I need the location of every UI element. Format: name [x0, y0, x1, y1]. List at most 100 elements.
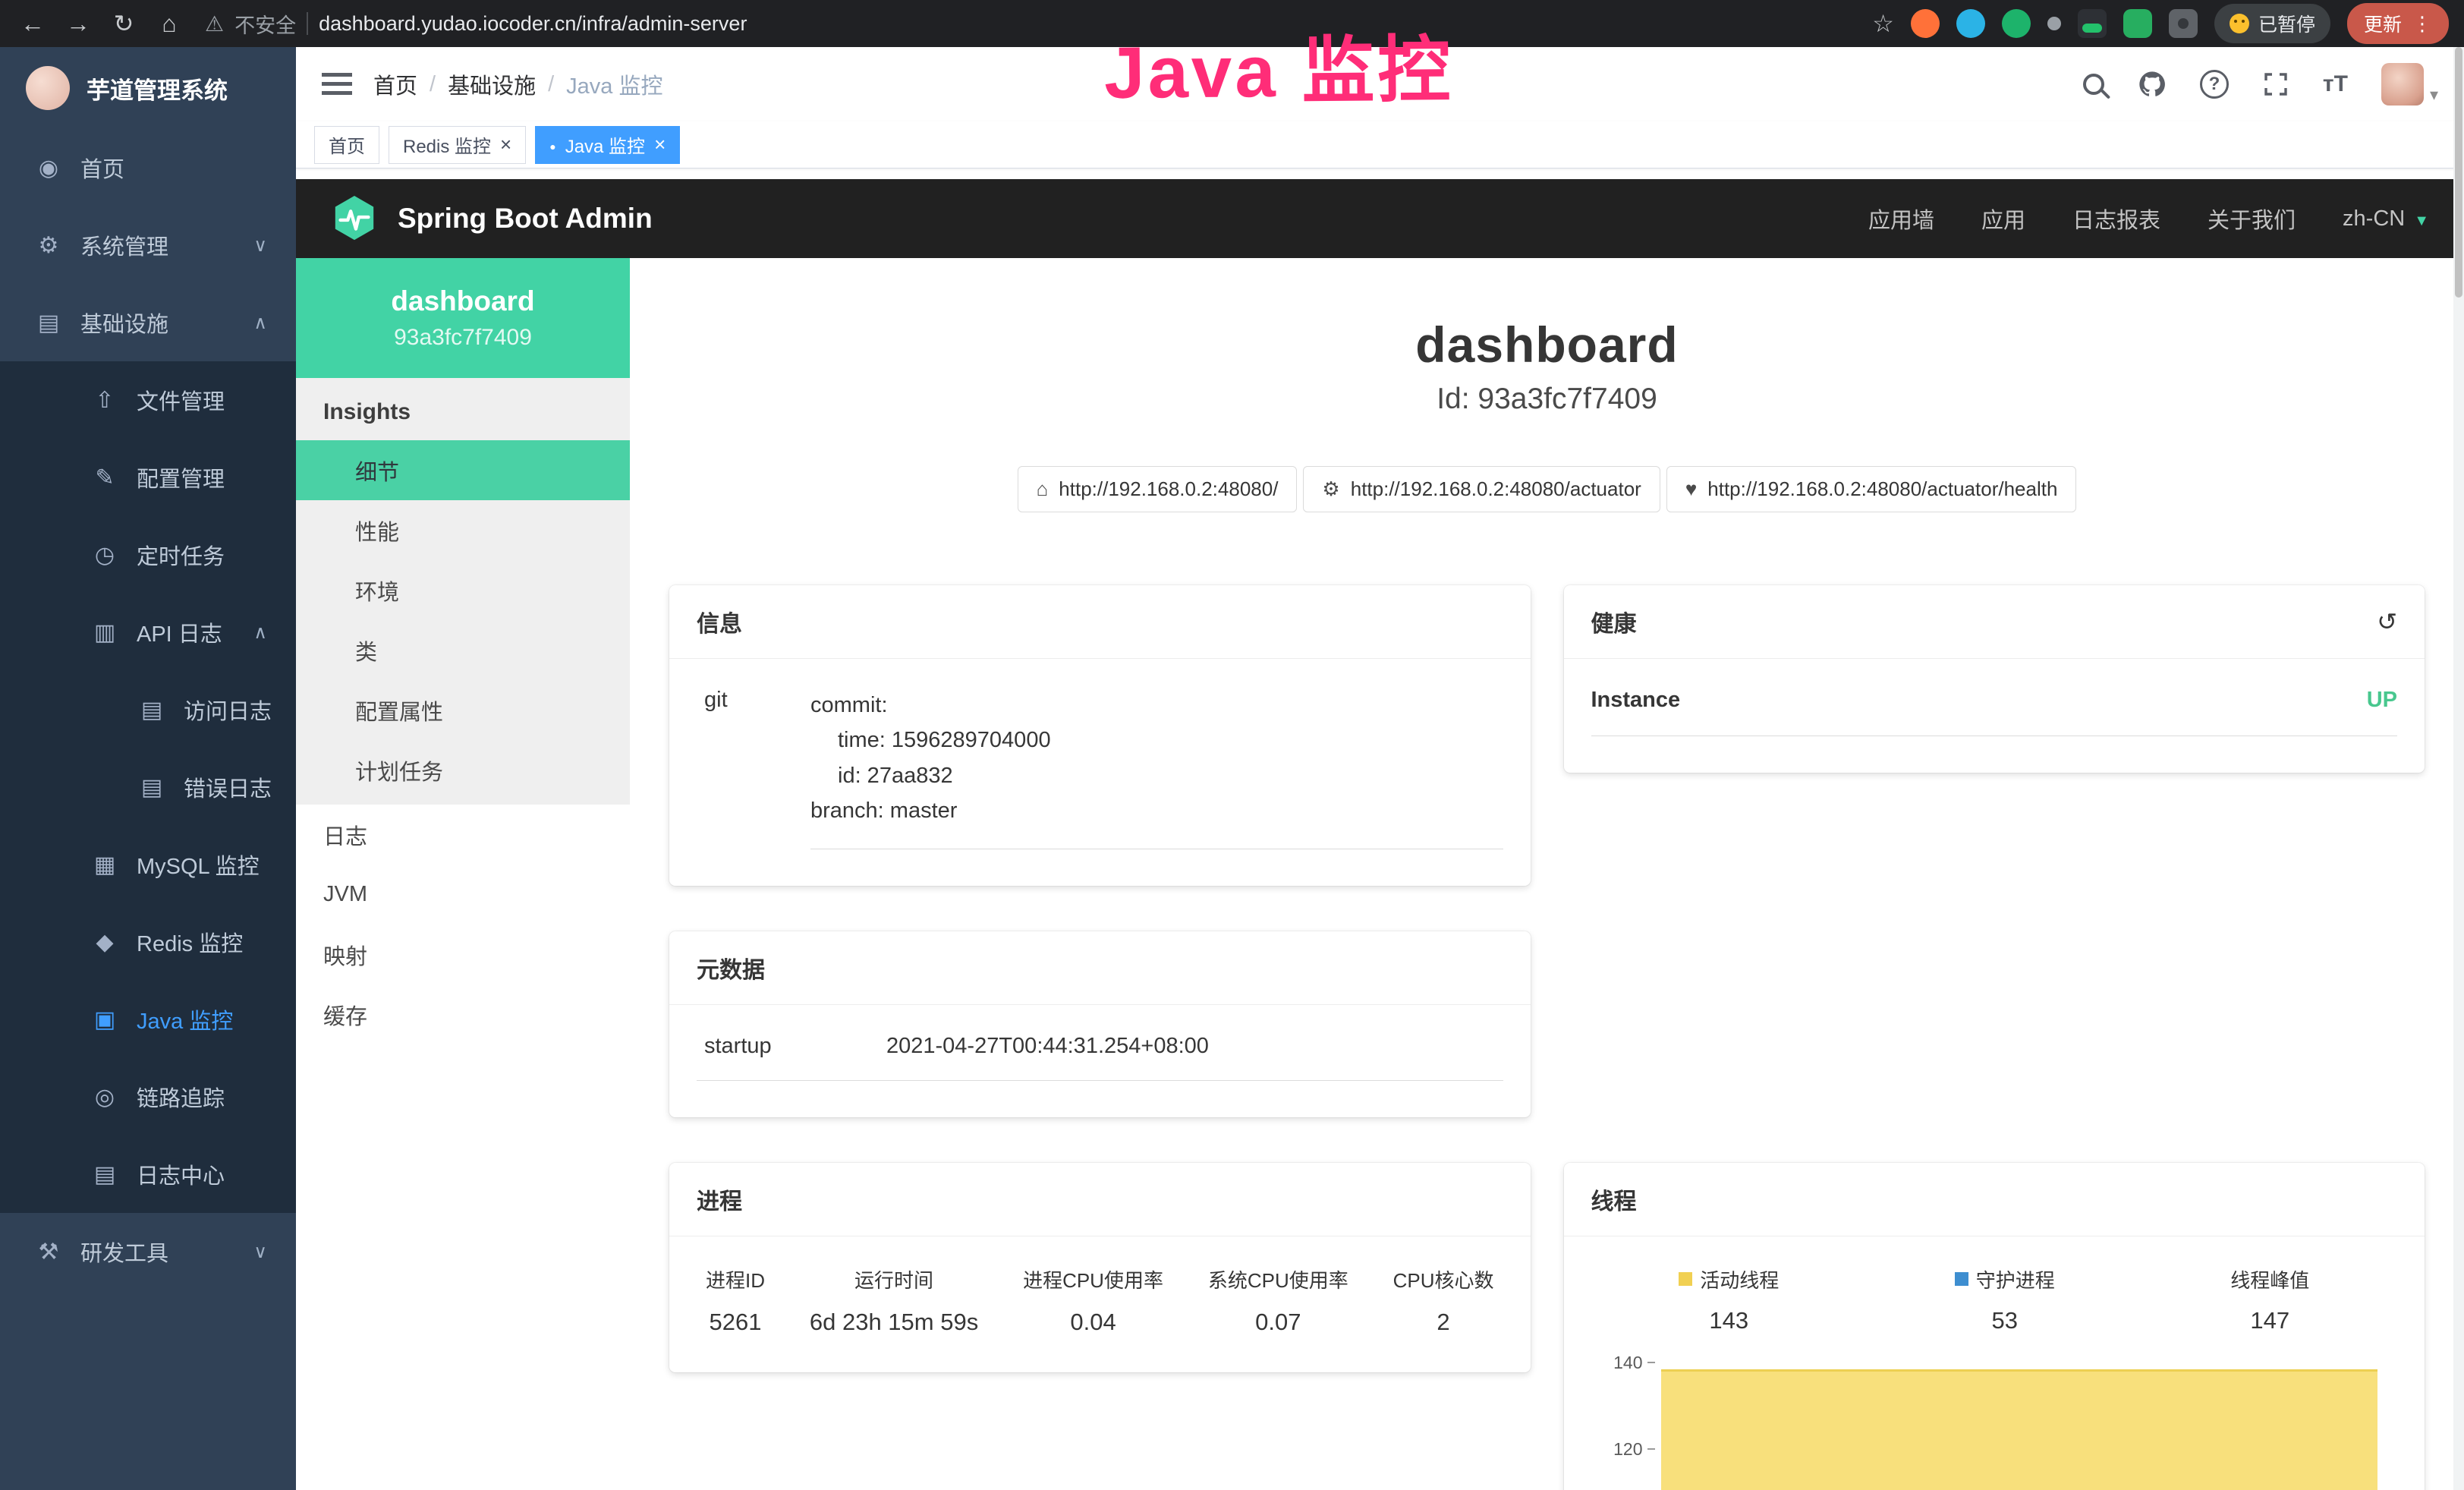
actuator-url-link[interactable]: http://192.168.0.2:48080/actuator — [1303, 466, 1660, 512]
forward-icon[interactable]: → — [61, 6, 96, 41]
history-icon[interactable] — [2377, 607, 2397, 636]
spring-boot-admin: Spring Boot Admin 应用墙 应用 日志报表 关于我们 zh-CN — [296, 179, 2464, 1490]
sidebar-item-file-management[interactable]: ⇧ 文件管理 — [0, 361, 296, 439]
sidebar-item-label: 日志中心 — [137, 1158, 225, 1190]
stat-value: 2 — [1393, 1309, 1494, 1336]
sidebar-item-scheduled-tasks[interactable]: ◷ 定时任务 — [0, 516, 296, 594]
sidebar-item-mysql-monitor[interactable]: ▦ MySQL 监控 — [0, 826, 296, 903]
address-bar[interactable]: 不安全 dashboard.yudao.iocoder.cn/infra/adm… — [205, 9, 1861, 39]
health-row[interactable]: Instance UP — [1591, 688, 2398, 736]
sidebar-item-redis-monitor[interactable]: ◆ Redis 监控 — [0, 903, 296, 981]
stat-value: 0.07 — [1208, 1309, 1348, 1336]
service-url-link[interactable]: http://192.168.0.2:48080/ — [1018, 466, 1298, 512]
extension-icon[interactable] — [1911, 9, 1940, 38]
legend-swatch-yellow — [1679, 1272, 1692, 1286]
sba-item-mappings[interactable]: 映射 — [296, 925, 630, 984]
breadcrumb-infrastructure[interactable]: 基础设施 — [448, 68, 536, 100]
update-button[interactable]: 更新 — [2347, 3, 2449, 44]
hamburger-icon[interactable] — [322, 73, 352, 96]
monitor-icon: ▣ — [87, 1006, 123, 1033]
edit-icon: ✎ — [87, 465, 123, 491]
sba-item-label: 类 — [355, 635, 377, 666]
sba-sidebar: dashboard 93a3fc7f7409 Insights 细节 性能 环境… — [296, 258, 630, 1490]
stat-system-cpu: 系统CPU使用率 0.07 — [1208, 1265, 1348, 1336]
stat-cpu-cores: CPU核心数 2 — [1393, 1265, 1494, 1336]
scrollbar[interactable] — [2453, 47, 2464, 1490]
sba-nav-about[interactable]: 关于我们 — [2208, 203, 2296, 235]
sba-item-jvm[interactable]: JVM — [296, 865, 630, 925]
sba-item-label: 细节 — [355, 455, 399, 487]
process-stats: 进程ID 5261 运行时间 6d 23h 15m 59s — [697, 1265, 1503, 1336]
extension-icon[interactable] — [2002, 9, 2031, 38]
sba-item-logs[interactable]: 日志 — [296, 805, 630, 865]
sidebar-item-java-monitor[interactable]: ▣ Java 监控 — [0, 981, 296, 1058]
extension-icon[interactable] — [2047, 17, 2061, 30]
sba-item-config-props[interactable]: 配置属性 — [296, 680, 630, 740]
instance-header[interactable]: dashboard 93a3fc7f7409 — [296, 258, 630, 378]
sba-item-metrics[interactable]: 性能 — [296, 500, 630, 560]
avatar[interactable] — [2381, 63, 2424, 106]
insights-group-label: Insights — [296, 378, 630, 440]
heartbeat-icon — [1685, 477, 1697, 501]
sba-item-classes[interactable]: 类 — [296, 620, 630, 680]
sidebar-item-config-management[interactable]: ✎ 配置管理 — [0, 439, 296, 516]
sidebar-item-log-center[interactable]: ▤ 日志中心 — [0, 1136, 296, 1213]
sba-item-environment[interactable]: 环境 — [296, 560, 630, 620]
github-icon[interactable] — [2138, 70, 2167, 99]
sba-nav-wallboard[interactable]: 应用墙 — [1868, 203, 1934, 235]
sidebar-item-api-logs[interactable]: ▥ API 日志 ∧ — [0, 594, 296, 671]
tab-home[interactable]: 首页 — [314, 126, 379, 164]
sidebar-item-dev-tools[interactable]: ⚒ 研发工具 ∨ — [0, 1213, 296, 1290]
breadcrumb-home[interactable]: 首页 — [373, 68, 417, 100]
sba-item-caches[interactable]: 缓存 — [296, 984, 630, 1044]
user-menu[interactable] — [2381, 63, 2438, 106]
tab-java-monitor[interactable]: Java 监控 — [535, 126, 680, 164]
scrollbar-thumb[interactable] — [2455, 47, 2462, 298]
home-icon[interactable]: ⌂ — [152, 6, 187, 41]
metadata-value: 2021-04-27T00:44:31.254+08:00 — [886, 1034, 1209, 1059]
sidebar-item-infrastructure[interactable]: ▤ 基础设施 ∧ — [0, 284, 296, 361]
sba-nav-applications[interactable]: 应用 — [1981, 203, 2025, 235]
sba-item-label: 环境 — [355, 575, 399, 606]
info-value: commit: time: 1596289704000 id: 27aa832 … — [810, 688, 1503, 849]
sidebar-item-access-logs[interactable]: ▤ 访问日志 — [0, 671, 296, 748]
sba-nav-journal[interactable]: 日志报表 — [2072, 203, 2160, 235]
font-size-icon[interactable]: тT — [2323, 71, 2348, 97]
status-badge: UP — [2367, 688, 2397, 713]
not-secure-warning-icon — [205, 11, 224, 36]
bookmark-star-icon[interactable] — [1872, 9, 1894, 38]
browser-menu-icon[interactable] — [2412, 11, 2432, 36]
close-icon[interactable] — [654, 133, 666, 156]
refresh-icon[interactable]: ↻ — [106, 6, 141, 41]
url-text[interactable]: dashboard.yudao.iocoder.cn/infra/admin-s… — [319, 12, 747, 36]
paused-badge[interactable]: 已暂停 — [2214, 4, 2330, 43]
sba-nav: 应用墙 应用 日志报表 关于我们 zh-CN — [1868, 203, 2429, 235]
sidebar-item-home[interactable]: ◉ 首页 — [0, 129, 296, 206]
security-label: 不安全 — [234, 9, 296, 39]
back-icon[interactable]: ← — [15, 6, 50, 41]
sba-item-scheduled-tasks[interactable]: 计划任务 — [296, 740, 630, 800]
sidebar-item-system-management[interactable]: ⚙ 系统管理 ∨ — [0, 206, 296, 284]
log-icon: ▤ — [134, 697, 170, 723]
chart-plot-area — [1661, 1360, 2398, 1490]
locale-select[interactable]: zh-CN — [2343, 206, 2429, 232]
y-tick: 120 — [1613, 1439, 1654, 1460]
sba-item-details[interactable]: 细节 — [296, 440, 630, 500]
search-icon[interactable] — [2083, 74, 2104, 95]
health-url-link[interactable]: http://192.168.0.2:48080/actuator/health — [1666, 466, 2077, 512]
stat-value: 0.04 — [1023, 1309, 1163, 1336]
sidebar-item-tracing[interactable]: ◎ 链路追踪 — [0, 1058, 296, 1136]
extension-icon[interactable] — [2078, 9, 2107, 38]
close-icon[interactable] — [500, 133, 511, 156]
app-logo[interactable]: 芋道管理系统 — [0, 47, 296, 129]
extension-icon[interactable] — [2123, 9, 2152, 38]
fullscreen-icon[interactable] — [2262, 71, 2289, 98]
help-icon[interactable] — [2200, 70, 2229, 99]
extension-icon[interactable] — [1956, 9, 1985, 38]
sidebar-item-error-logs[interactable]: ▤ 错误日志 — [0, 748, 296, 826]
sba-header: Spring Boot Admin 应用墙 应用 日志报表 关于我们 zh-CN — [296, 179, 2464, 258]
paused-label: 已暂停 — [2258, 10, 2315, 37]
tab-redis-monitor[interactable]: Redis 监控 — [389, 126, 526, 164]
extensions-puzzle-icon[interactable] — [2169, 9, 2198, 38]
gear-icon: ⚙ — [30, 232, 67, 259]
